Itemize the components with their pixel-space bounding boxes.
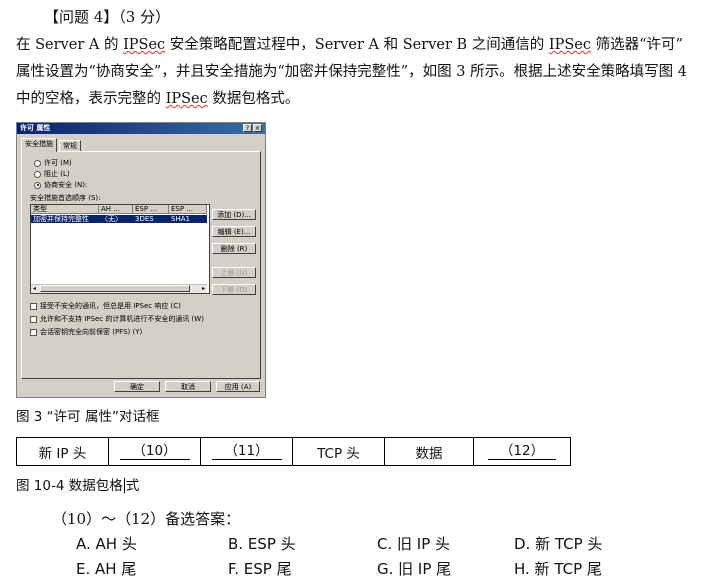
cell-data: 数据 <box>384 437 474 466</box>
fig4-caption-part: 式 <box>125 478 140 494</box>
remove-button[interactable]: 删除 (R) <box>212 243 256 254</box>
radio-circle-icon <box>34 170 41 178</box>
cell-blank-10: （10） <box>108 437 201 466</box>
ok-button[interactable]: 确定 <box>114 381 160 392</box>
ipsec-term-3: IPSec <box>165 91 208 107</box>
ipsec-term-1: IPSec <box>123 37 166 53</box>
col-esp-conf[interactable]: ESP ... <box>133 205 169 214</box>
checkbox-icon <box>30 328 37 336</box>
col-type[interactable]: 类型 <box>31 205 99 214</box>
fig4-caption-part: 图 10-4 数据包格 <box>16 478 123 494</box>
dialog-title: 许可 属性 <box>17 123 265 134</box>
option-f: F. ESP 尾 <box>228 560 292 578</box>
edit-button[interactable]: 编辑 (E)... <box>212 226 256 237</box>
checkbox-icon <box>30 315 37 323</box>
blank-11: （11） <box>211 443 282 460</box>
checkbox-label: 接受不安全的通讯，但总是用 IPSec 响应 (C) <box>40 302 181 310</box>
add-button[interactable]: 添加 (D)... <box>212 209 256 220</box>
checkbox-label: 允许和不支持 IPSec 的计算机进行不安全的通讯 (W) <box>40 315 204 323</box>
blank-10: （10） <box>119 443 190 460</box>
preference-order-label: 安全措施首选顺序 (S): <box>30 194 101 202</box>
list-item[interactable]: 加密并保持完整性 〈无〉 3DES SHA1 <box>31 215 207 223</box>
accept-unsecured-checkbox[interactable]: 接受不安全的通讯，但总是用 IPSec 响应 (C) <box>30 302 181 311</box>
row-esp-int: SHA1 <box>171 215 190 223</box>
row-ah: 〈无〉 <box>101 215 122 223</box>
cell-tcp-header: TCP 头 <box>292 437 385 466</box>
scroll-thumb[interactable] <box>40 285 190 292</box>
question-paragraph: 在 Server A 的 IPSec 安全策略配置过程中，Server A 和 … <box>16 32 698 113</box>
scroll-left-icon[interactable]: ◂ <box>33 285 36 292</box>
radio-block[interactable]: 阻止 (L) <box>34 170 70 179</box>
col-esp-int[interactable]: ESP ... <box>169 205 207 214</box>
para-text-4: 数据包格式。 <box>207 91 300 107</box>
option-e: E. AH 尾 <box>76 560 137 578</box>
col-ah[interactable]: AH ... <box>99 205 133 214</box>
option-g: G. 旧 IP 尾 <box>377 560 452 578</box>
radio-label: 协商安全 (N): <box>44 181 88 189</box>
apply-button[interactable]: 应用 (A) <box>216 381 260 392</box>
pfs-checkbox[interactable]: 会话密钥完全向前保密 (PFS) (Y) <box>30 328 142 337</box>
tab-security-methods[interactable]: 安全措施 <box>21 138 57 152</box>
move-up-button[interactable]: 上移 (U) <box>212 267 256 278</box>
radio-circle-icon <box>34 159 41 167</box>
security-methods-list[interactable]: 类型 AH ... ESP ... ESP ... 加密并保持完整性 〈无〉 3… <box>30 204 210 294</box>
ipsec-term-2: IPSec <box>548 37 592 53</box>
row-esp-conf: 3DES <box>135 215 154 223</box>
para-text-2: 安全策略配置过程中，Server A 和 Server B 之间通信的 <box>165 37 549 53</box>
packet-format-table: 新 IP 头 （10） （11） TCP 头 数据 （12） <box>16 437 571 466</box>
horizontal-scrollbar[interactable]: ◂ ▸ <box>31 284 207 293</box>
figure-4-caption: 图 10-4 数据包格式 <box>16 474 139 494</box>
close-button[interactable]: × <box>253 124 262 132</box>
checkbox-icon <box>30 302 37 310</box>
permit-properties-dialog: 许可 属性 ? × 安全措施 常规 许可 (M) 阻止 (L) 协商安全 (N)… <box>16 122 266 398</box>
row-type: 加密并保持完整性 <box>33 215 89 223</box>
option-h: H. 新 TCP 尾 <box>514 560 602 578</box>
radio-label: 许可 (M) <box>44 159 72 167</box>
option-b: B. ESP 头 <box>228 535 296 553</box>
security-methods-panel: 许可 (M) 阻止 (L) 协商安全 (N): 安全措施首选顺序 (S): 类型… <box>21 151 261 379</box>
blank-12: （12） <box>488 443 556 460</box>
radio-permit[interactable]: 许可 (M) <box>34 159 72 168</box>
cell-blank-12: （12） <box>473 437 571 466</box>
cancel-button[interactable]: 取消 <box>165 381 211 392</box>
radio-selected-icon <box>34 181 41 189</box>
answers-intro: （10）～（12）备选答案： <box>52 510 241 528</box>
allow-unsecured-checkbox[interactable]: 允许和不支持 IPSec 的计算机进行不安全的通讯 (W) <box>30 315 204 324</box>
option-a: A. AH 头 <box>76 535 137 553</box>
text-cursor <box>123 478 125 493</box>
option-d: D. 新 TCP 头 <box>514 535 603 553</box>
cell-new-ip-header: 新 IP 头 <box>16 437 109 466</box>
scroll-right-icon[interactable]: ▸ <box>202 285 205 292</box>
figure-3-caption: 图 3 “许可 属性”对话框 <box>16 409 160 425</box>
question-title: 【问题 4】（3 分） <box>44 8 171 26</box>
radio-negotiate[interactable]: 协商安全 (N): <box>34 181 87 190</box>
move-down-button[interactable]: 下移 (O) <box>212 284 256 295</box>
para-text-1: 在 Server A 的 <box>16 37 124 53</box>
option-c: C. 旧 IP 头 <box>377 535 451 553</box>
checkbox-label: 会话密钥完全向前保密 (PFS) (Y) <box>40 328 143 336</box>
cell-blank-11: （11） <box>200 437 293 466</box>
help-button[interactable]: ? <box>243 124 252 132</box>
radio-label: 阻止 (L) <box>44 170 70 178</box>
